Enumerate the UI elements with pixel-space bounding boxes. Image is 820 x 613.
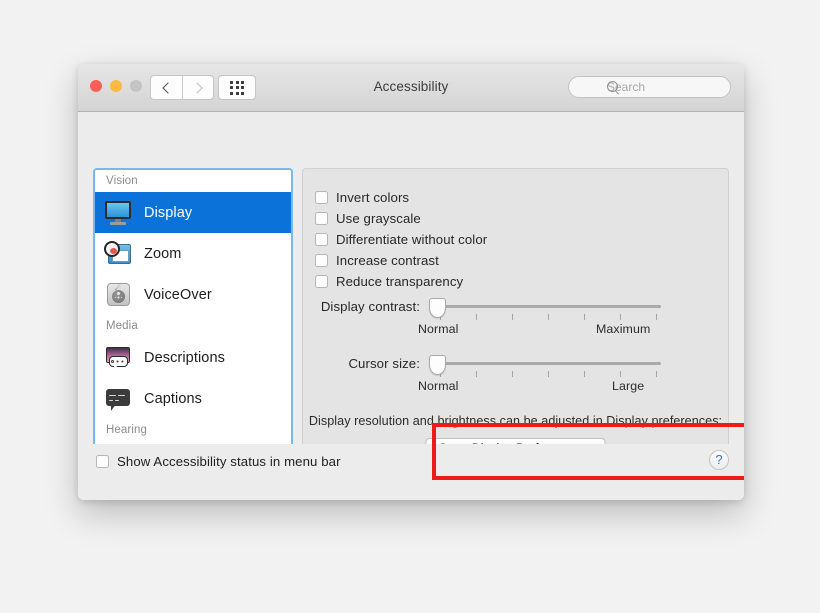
slider-track[interactable]: [436, 362, 661, 365]
display-contrast-slider-thumb[interactable]: [429, 298, 446, 318]
search-input[interactable]: [605, 79, 730, 95]
captions-icon: [104, 385, 132, 413]
display-contrast-min-label: Normal: [418, 322, 459, 336]
display-icon: [104, 199, 132, 227]
display-contrast-max-label: Maximum: [596, 322, 651, 336]
checkbox-label: Reduce transparency: [336, 273, 464, 289]
voiceover-icon: ☄: [104, 281, 132, 309]
sidebar-item-label: Display: [144, 204, 193, 221]
cursor-size-label: Cursor size:: [348, 356, 420, 371]
descriptions-icon: [104, 344, 132, 372]
display-contrast-label: Display contrast:: [320, 299, 420, 314]
accessibility-preferences-window: Accessibility Vision Display: [78, 64, 744, 500]
slider-track[interactable]: [436, 305, 661, 308]
sidebar-item-voiceover[interactable]: ☄ VoiceOver: [95, 274, 291, 315]
checkbox-row-invert-colors[interactable]: Invert colors: [315, 187, 728, 207]
sidebar-item-captions[interactable]: Captions: [95, 378, 291, 419]
invert-colors-checkbox[interactable]: [315, 190, 328, 204]
use-grayscale-checkbox[interactable]: [315, 211, 328, 225]
window-footer: Show Accessibility status in menu bar ?: [78, 444, 744, 500]
checkbox-label: Invert colors: [336, 189, 410, 205]
checkbox-group: Invert colors Use grayscale Differentiat…: [303, 169, 728, 291]
sidebar-item-label: Captions: [144, 390, 203, 407]
feature-sidebar[interactable]: Vision Display Zoom ☄ VoiceOver Media De…: [95, 170, 291, 491]
search-field[interactable]: [568, 76, 731, 98]
cursor-size-min-label: Normal: [418, 379, 459, 393]
window-titlebar: Accessibility: [78, 64, 744, 112]
checkbox-row-use-grayscale[interactable]: Use grayscale: [315, 208, 728, 228]
sidebar-item-zoom[interactable]: Zoom: [95, 233, 291, 274]
reduce-transparency-checkbox[interactable]: [315, 274, 328, 288]
checkbox-label: Differentiate without color: [336, 231, 488, 247]
checkbox-label: Use grayscale: [336, 210, 421, 226]
sidebar-item-display[interactable]: Display: [95, 192, 291, 233]
search-icon: [607, 81, 618, 92]
display-contrast-slider-group: Display contrast: Normal Maximum: [303, 298, 728, 344]
sidebar-item-label: Descriptions: [144, 349, 225, 366]
cursor-size-max-label: Large: [612, 379, 645, 393]
checkbox-row-reduce-transparency[interactable]: Reduce transparency: [315, 271, 728, 291]
help-button[interactable]: ?: [709, 450, 729, 470]
sidebar-item-label: VoiceOver: [144, 286, 212, 303]
window-body: Vision Display Zoom ☄ VoiceOver Media De…: [78, 112, 744, 500]
show-status-label: Show Accessibility status in menu bar: [117, 454, 341, 469]
sidebar-group-hearing: Hearing: [106, 424, 147, 436]
sidebar-group-media: Media: [106, 320, 138, 332]
cursor-size-slider-group: Cursor size: Normal Large: [303, 355, 728, 401]
show-accessibility-status-checkbox[interactable]: [96, 455, 109, 468]
show-status-checkbox-row[interactable]: Show Accessibility status in menu bar: [96, 454, 341, 469]
sidebar-item-descriptions[interactable]: Descriptions: [95, 337, 291, 378]
cursor-size-slider[interactable]: [426, 355, 671, 377]
display-contrast-slider[interactable]: [426, 298, 671, 320]
slider-ticks: [440, 314, 657, 320]
display-preferences-note: Display resolution and brightness can be…: [308, 414, 723, 428]
sidebar-item-label: Zoom: [144, 245, 182, 262]
increase-contrast-checkbox[interactable]: [315, 253, 328, 267]
checkbox-row-increase-contrast[interactable]: Increase contrast: [315, 250, 728, 270]
slider-ticks: [440, 371, 657, 377]
cursor-size-slider-thumb[interactable]: [429, 355, 446, 375]
checkbox-label: Increase contrast: [336, 252, 439, 268]
sidebar-group-vision: Vision: [106, 175, 138, 187]
differentiate-without-color-checkbox[interactable]: [315, 232, 328, 246]
zoom-icon: [104, 240, 132, 268]
checkbox-row-differentiate-without-color[interactable]: Differentiate without color: [315, 229, 728, 249]
